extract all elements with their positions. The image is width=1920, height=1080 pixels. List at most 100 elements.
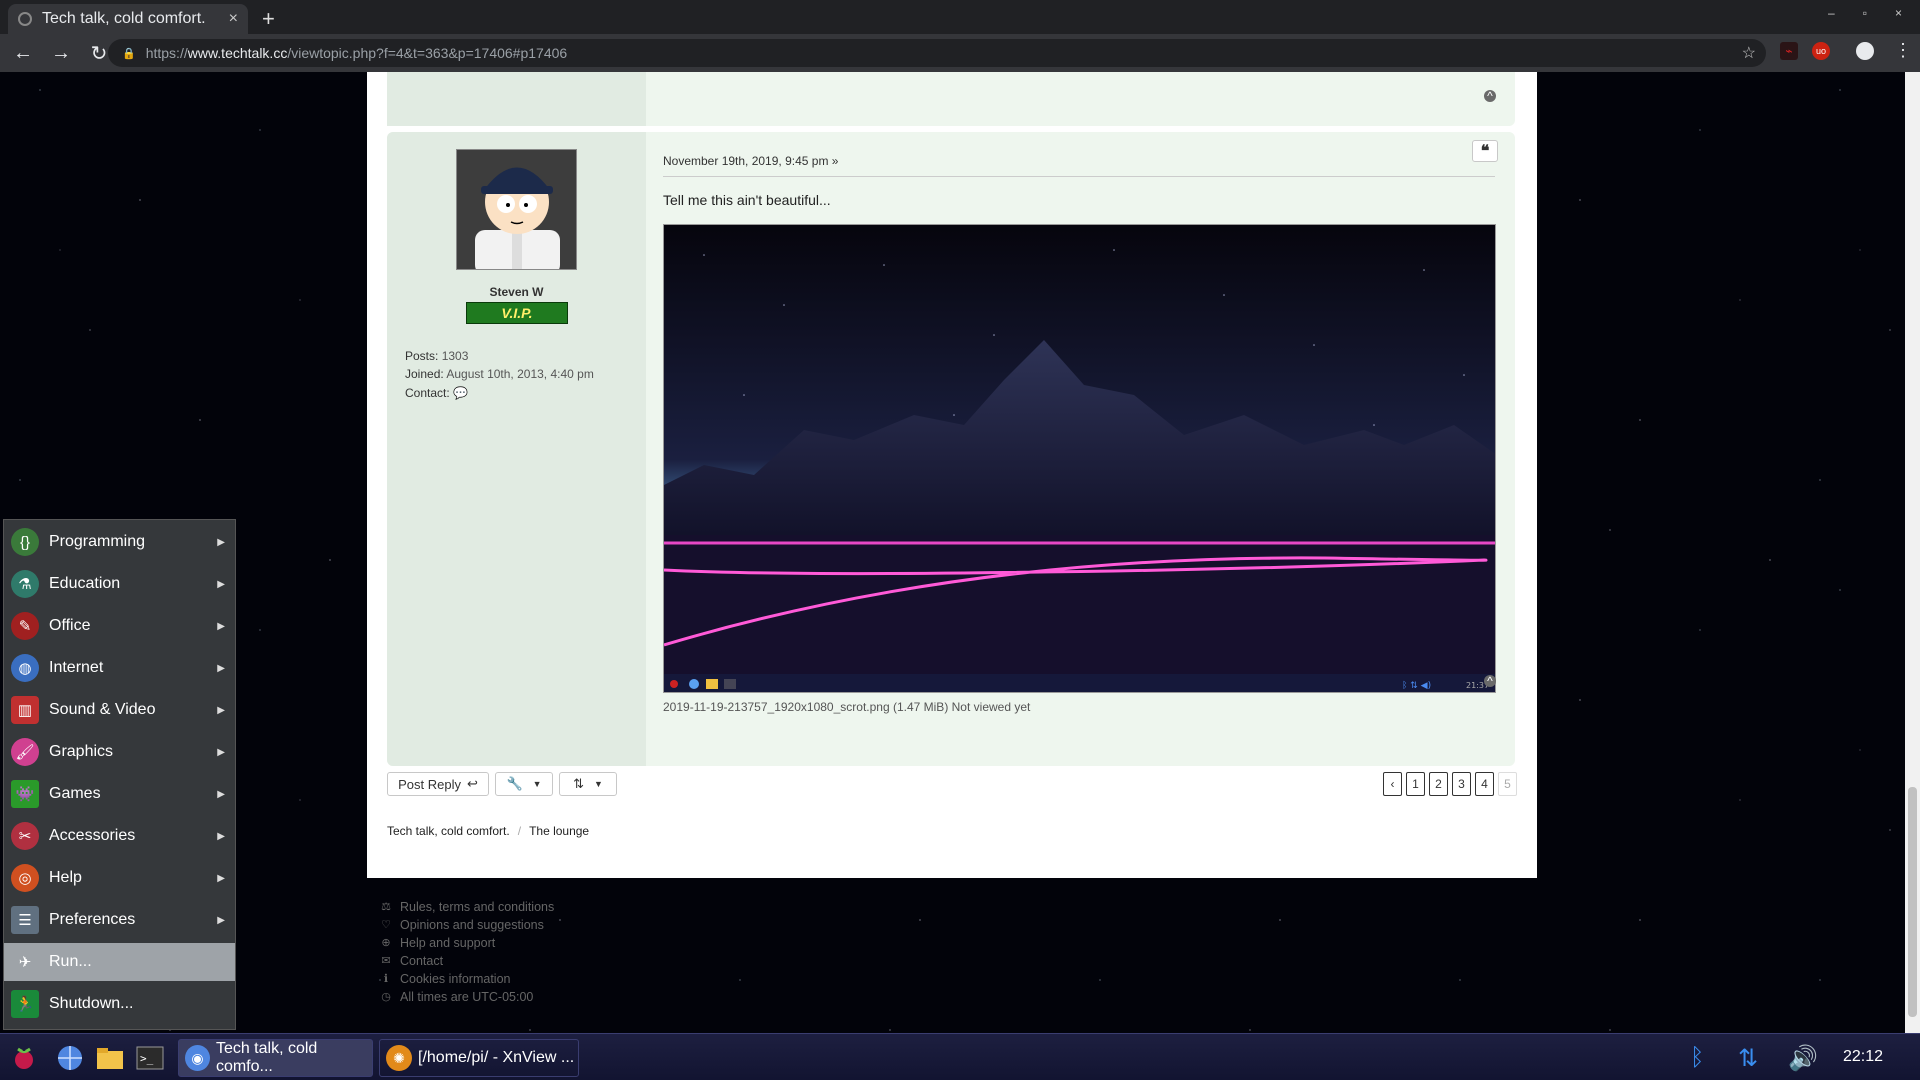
- browser-menu-icon[interactable]: ⋮: [1894, 40, 1912, 61]
- page-link[interactable]: 1: [1406, 772, 1425, 796]
- attachment-image[interactable]: ᛒ ⇅ ◀) 21:37: [663, 224, 1496, 693]
- programming-icon: {}: [11, 528, 39, 556]
- raspberry-menu-icon[interactable]: [10, 1044, 38, 1072]
- new-tab-button[interactable]: +: [262, 4, 275, 34]
- menu-item-run[interactable]: ✈ Run...: [4, 943, 235, 981]
- menu-item-label: Games: [49, 785, 101, 802]
- rank-badge: V.I.P.: [466, 302, 568, 324]
- reply-arrow-icon: ↩: [466, 776, 478, 791]
- bookmark-star-icon[interactable]: ☆: [1742, 43, 1756, 63]
- pagination: ‹ 1 2 3 4 5: [1383, 772, 1517, 796]
- post-reply-button[interactable]: Post Reply ↩: [387, 772, 489, 796]
- page-scrollbar[interactable]: [1905, 72, 1920, 1033]
- page-link[interactable]: 2: [1429, 772, 1448, 796]
- close-window-icon[interactable]: ×: [1895, 6, 1902, 20]
- breadcrumb-separator: /: [517, 824, 522, 838]
- footer-cookies[interactable]: ℹ Cookies information: [380, 970, 554, 988]
- flask-icon: ⚗: [11, 570, 39, 598]
- network-icon[interactable]: ⇅: [1738, 1044, 1758, 1073]
- menu-item-preferences[interactable]: ☰ Preferences ▶: [4, 901, 235, 939]
- lifebuoy-icon: ◎: [11, 864, 39, 892]
- menu-item-label: Internet: [49, 659, 104, 676]
- sort-icon: ⇅: [573, 776, 584, 791]
- scroll-thumb[interactable]: [1908, 787, 1917, 1017]
- bluetooth-icon[interactable]: ᛒ: [1690, 1044, 1704, 1072]
- browser-tab-bar: Tech talk, cold comfort. × + – ▫ ×: [0, 0, 1920, 34]
- footer-opinions[interactable]: ♡ Opinions and suggestions: [380, 916, 554, 934]
- menu-item-programming[interactable]: {} Programming ▶: [4, 523, 235, 561]
- minimize-icon[interactable]: –: [1828, 6, 1835, 20]
- menu-item-sound-video[interactable]: ▥ Sound & Video ▶: [4, 691, 235, 729]
- submenu-arrow-icon: ▶: [217, 914, 225, 926]
- menu-item-graphics[interactable]: 🖌 Graphics ▶: [4, 733, 235, 771]
- ublock-icon[interactable]: uo: [1812, 42, 1830, 60]
- breadcrumb-forum[interactable]: The lounge: [529, 824, 589, 838]
- previous-post: ^: [387, 72, 1515, 126]
- quote-button[interactable]: ❝: [1472, 140, 1498, 162]
- globe-icon: ◍: [11, 654, 39, 682]
- footer-timezone: ◷ All times are UTC-05:00: [381, 990, 534, 1004]
- volume-icon[interactable]: 🔊: [1788, 1044, 1818, 1073]
- menu-item-office[interactable]: ✎ Office ▶: [4, 607, 235, 645]
- back-to-top-icon[interactable]: ^: [1484, 675, 1496, 687]
- maximize-icon[interactable]: ▫: [1863, 6, 1867, 20]
- forward-icon[interactable]: →: [46, 42, 76, 65]
- task-label: [/home/pi/ - XnView ...: [418, 1049, 575, 1066]
- post-reply-label: Post Reply: [398, 776, 461, 792]
- post-author[interactable]: Steven W: [387, 285, 646, 299]
- topic-tools-button[interactable]: 🔧 ▼: [495, 772, 553, 796]
- attachment-caption[interactable]: 2019-11-19-213757_1920x1080_scrot.png (1…: [663, 700, 1030, 714]
- extension-icon[interactable]: ⌁: [1780, 42, 1798, 60]
- breadcrumb: Tech talk, cold comfort. / The lounge: [387, 824, 589, 838]
- window-controls: – ▫ ×: [1828, 6, 1902, 20]
- menu-item-accessories[interactable]: ✂ Accessories ▶: [4, 817, 235, 855]
- menu-item-internet[interactable]: ◍ Internet ▶: [4, 649, 235, 687]
- submenu-arrow-icon: ▶: [217, 746, 225, 758]
- sort-options-button[interactable]: ⇅ ▼: [559, 772, 617, 796]
- url-path: /viewtopic.php?f=4&t=363&p=17406#p17406: [287, 45, 568, 61]
- browser-launcher-icon[interactable]: [56, 1044, 84, 1072]
- menu-item-education[interactable]: ⚗ Education ▶: [4, 565, 235, 603]
- posts-value[interactable]: 1303: [442, 349, 469, 363]
- menu-item-label: Help: [49, 869, 82, 886]
- paper-plane-icon: ✈: [18, 954, 32, 971]
- menu-item-label: Shutdown...: [49, 995, 134, 1012]
- profile-avatar-icon[interactable]: [1856, 42, 1874, 60]
- taskbar: >_ ◉ Tech talk, cold comfo... ✺ [/home/p…: [0, 1033, 1920, 1080]
- invader-icon: 👾: [11, 780, 39, 808]
- browser-tab[interactable]: Tech talk, cold comfort. ×: [8, 4, 248, 34]
- address-bar[interactable]: 🔒 https://www.techtalk.cc/viewtopic.php?…: [108, 39, 1766, 67]
- breadcrumb-home[interactable]: Tech talk, cold comfort.: [387, 824, 510, 838]
- envelope-icon: ✉: [381, 955, 391, 967]
- close-tab-icon[interactable]: ×: [229, 10, 238, 28]
- post-date[interactable]: November 19th, 2019, 9:45 pm »: [663, 154, 838, 168]
- page-viewport: ^ Steven W V.I.P. Posts: 1303 Joined: Au…: [0, 72, 1905, 1033]
- taskbar-task-browser[interactable]: ◉ Tech talk, cold comfo...: [178, 1039, 373, 1077]
- previous-page-icon[interactable]: ‹: [1383, 772, 1402, 796]
- task-label: Tech talk, cold comfo...: [215, 1040, 318, 1075]
- contact-label: Contact:: [405, 386, 450, 400]
- taskbar-task-xnview[interactable]: ✺ [/home/pi/ - XnView ...: [379, 1039, 579, 1077]
- menu-item-label: Office: [49, 617, 91, 634]
- avatar[interactable]: [456, 149, 577, 270]
- menu-item-games[interactable]: 👾 Games ▶: [4, 775, 235, 813]
- menu-item-shutdown[interactable]: 🏃 Shutdown...: [4, 985, 235, 1023]
- footer-contact[interactable]: ✉ Contact: [380, 952, 554, 970]
- submenu-arrow-icon: ▶: [217, 662, 225, 674]
- back-icon[interactable]: ←: [8, 42, 38, 65]
- menu-item-label: Education: [49, 575, 121, 592]
- back-to-top-icon[interactable]: ^: [1484, 90, 1496, 102]
- clock[interactable]: 22:12: [1843, 1048, 1883, 1066]
- contact-line: Contact: 💬: [405, 386, 468, 400]
- file-manager-icon[interactable]: [96, 1044, 124, 1072]
- footer-rules[interactable]: ⚖ Rules, terms and conditions: [380, 898, 554, 916]
- terminal-icon[interactable]: >_: [136, 1044, 164, 1072]
- menu-item-help[interactable]: ◎ Help ▶: [4, 859, 235, 897]
- page-link[interactable]: 3: [1452, 772, 1471, 796]
- footer-help[interactable]: ⊕ Help and support: [380, 934, 554, 952]
- speech-bubble-icon[interactable]: 💬: [453, 386, 468, 400]
- clock-icon: ◷: [381, 991, 391, 1003]
- office-icon: ✎: [11, 612, 39, 640]
- page-link[interactable]: 4: [1475, 772, 1494, 796]
- svg-text:ᛒ ⇅ ◀): ᛒ ⇅ ◀): [1402, 680, 1431, 691]
